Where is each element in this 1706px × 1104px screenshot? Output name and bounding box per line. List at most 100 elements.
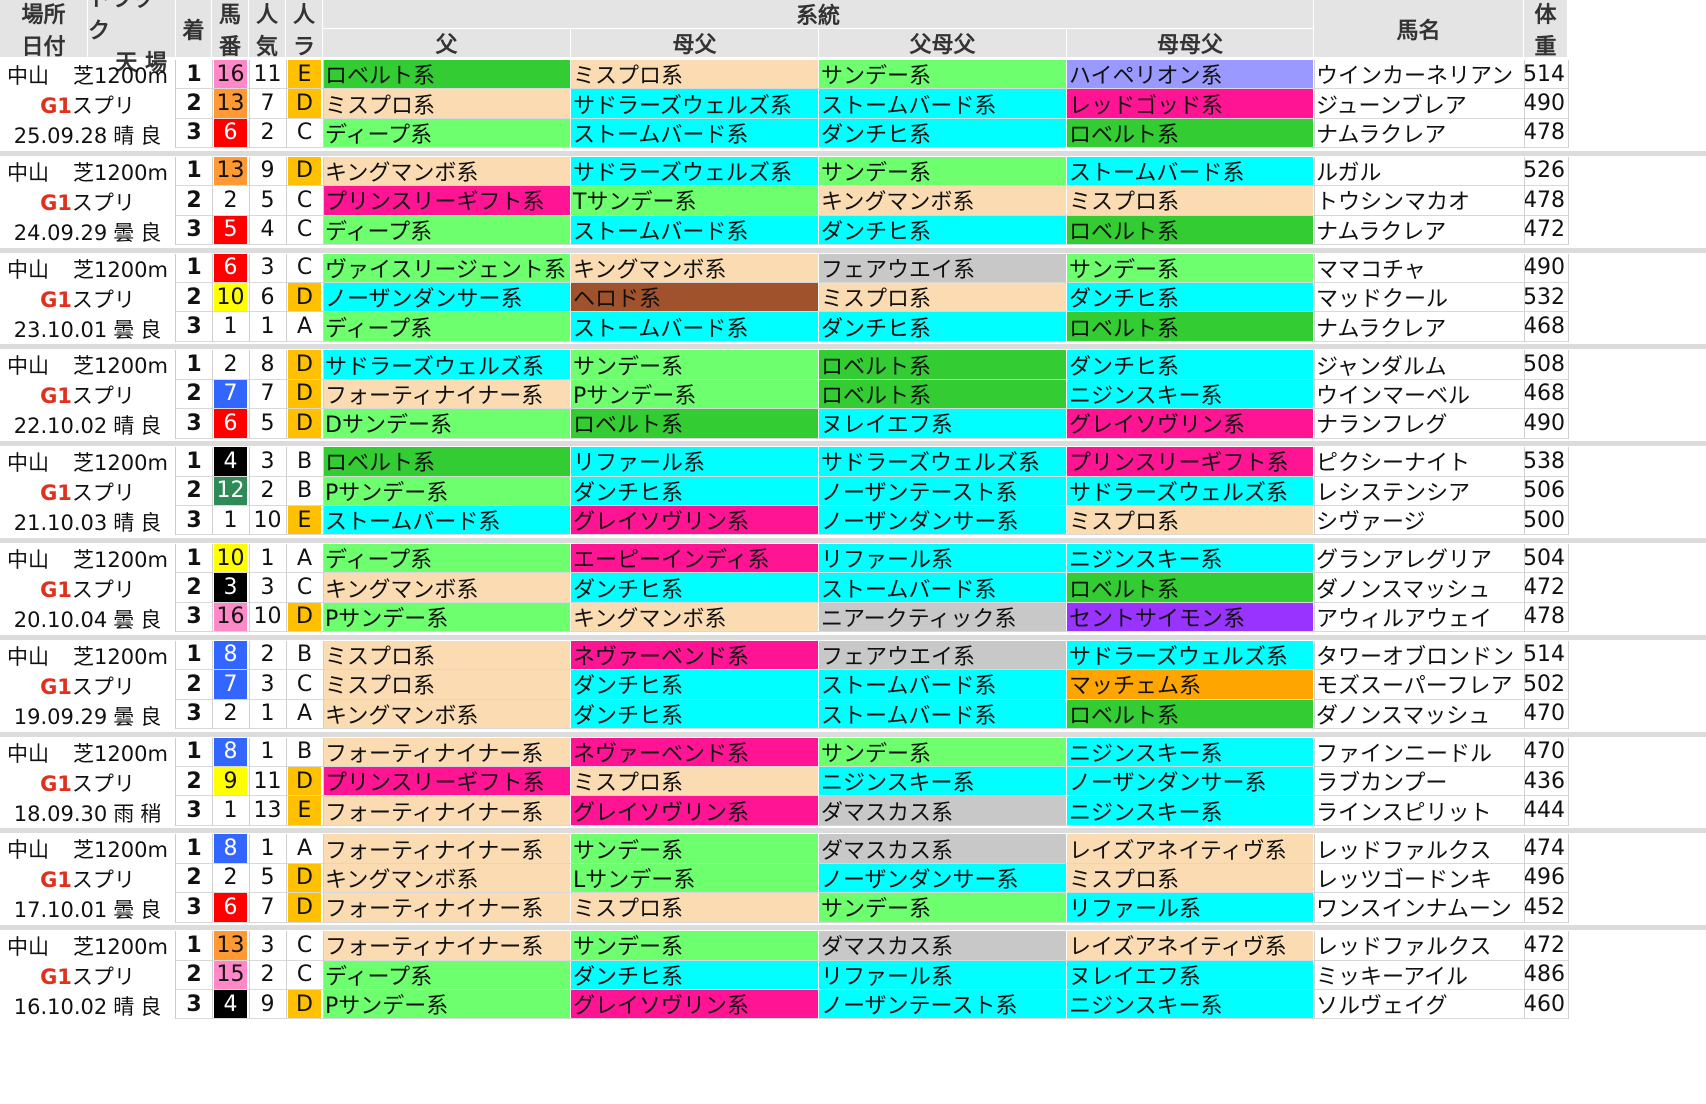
sire-dam-sire-lineage: ストームバード系 <box>819 573 1066 602</box>
race-venue-line: 中山 芝1200m <box>7 641 168 671</box>
sire-dam-sire-lineage: ロベルト系 <box>819 379 1066 409</box>
header-sire-dam-sire: 父母父 <box>819 29 1067 58</box>
body-weight: 436 <box>1524 768 1565 794</box>
column-divider <box>323 253 324 342</box>
horse-number-badge: 2 <box>214 350 247 379</box>
horse-number-badge: 15 <box>214 960 247 989</box>
column-divider <box>323 350 324 439</box>
popularity: 1 <box>260 314 275 340</box>
column-divider <box>1524 447 1525 536</box>
horse-name: レッドファルクス <box>1316 935 1492 960</box>
sire-lineage: Dサンデー系 <box>323 409 570 438</box>
column-divider <box>212 834 213 923</box>
row-divider <box>176 147 1568 149</box>
row-divider <box>176 244 1568 245</box>
horse-number-badge: 9 <box>214 767 247 796</box>
race-weather: 晴 <box>113 414 135 439</box>
race-venue-line: 中山 芝1200m <box>7 738 168 768</box>
horse-name: レッツゴードンキ <box>1316 868 1493 893</box>
sire-dam-sire-lineage: ノーザンダンサー系 <box>819 863 1066 893</box>
header-date-label: 日付 <box>21 34 66 60</box>
finish-position: 1 <box>186 932 202 958</box>
finish-position: 2 <box>186 478 202 504</box>
body-weight: 472 <box>1524 932 1565 958</box>
column-divider <box>249 447 250 536</box>
block-separator <box>0 828 1706 834</box>
rank-badge: C <box>296 932 313 958</box>
sire-dam-sire-lineage: サドラーズウェルズ系 <box>819 447 1066 476</box>
sire-lineage: ミスプロ系 <box>323 640 570 670</box>
race-date: 23.10.01 <box>13 317 108 342</box>
rank-badge: D <box>288 602 321 632</box>
sire-lineage: ノーザンダンサー系 <box>323 283 570 312</box>
finish-position: 2 <box>186 865 202 891</box>
dam-sire-lineage: ダンチヒ系 <box>571 960 818 989</box>
column-divider <box>1314 156 1315 245</box>
dam-dam-sire-lineage: ニジンスキー系 <box>1067 990 1313 1019</box>
popularity: 9 <box>260 991 275 1017</box>
race-name-line: G1スプリ <box>40 284 135 314</box>
column-divider <box>323 544 324 633</box>
horse-number-badge: 3 <box>214 573 247 602</box>
race-track: 芝1200m <box>73 644 168 669</box>
body-weight: 490 <box>1524 255 1565 281</box>
sire-lineage: ディープ系 <box>323 118 570 148</box>
horse-number-badge: 6 <box>214 893 247 922</box>
sire-dam-sire-lineage: ダンチヒ系 <box>819 312 1066 341</box>
body-weight: 500 <box>1524 507 1565 533</box>
race-info: 中山 芝1200m G1スプリ 18.09.30 雨稍 <box>0 737 176 826</box>
row-divider <box>176 824 1568 826</box>
race-name-line: G1スプリ <box>40 574 135 604</box>
header-horse-number-2: 番 <box>218 34 241 60</box>
race-date: 22.10.02 <box>13 414 108 439</box>
horse-name: シヴァージ <box>1316 510 1426 535</box>
dam-sire-lineage: グレイソヴリン系 <box>571 506 818 535</box>
column-divider <box>1524 350 1525 439</box>
sire-dam-sire-lineage: ヌレイエフ系 <box>819 409 1066 438</box>
body-weight: 496 <box>1524 865 1565 891</box>
race-date: 21.10.03 <box>13 511 108 536</box>
horse-name: ルガル <box>1316 161 1382 186</box>
popularity: 3 <box>260 671 275 697</box>
race-name: スプリ <box>71 481 135 506</box>
header-popularity: 人 気 <box>249 0 286 60</box>
body-weight: 532 <box>1524 284 1565 310</box>
horse-number-badge: 10 <box>214 283 247 312</box>
popularity: 7 <box>260 381 275 407</box>
horse-number-badge: 1 <box>214 796 247 825</box>
popularity: 2 <box>260 642 275 668</box>
dam-dam-sire-lineage: グレイソヴリン系 <box>1067 409 1313 438</box>
horse-name: モズスーパーフレア <box>1316 674 1513 699</box>
finish-position: 2 <box>186 671 202 697</box>
body-weight: 472 <box>1524 217 1565 243</box>
sire-lineage: フォーティナイナー系 <box>323 379 570 409</box>
popularity: 5 <box>260 865 275 891</box>
header-horse-number-1: 馬 <box>218 2 241 28</box>
race-track: 芝1200m <box>73 838 168 863</box>
finish-position: 3 <box>186 507 202 533</box>
column-divider <box>323 156 324 245</box>
race-date-line: 20.10.04 曇良 <box>14 604 162 634</box>
finish-position: 1 <box>186 352 202 378</box>
popularity: 4 <box>260 217 275 243</box>
body-weight: 504 <box>1524 545 1565 571</box>
column-divider <box>212 544 213 633</box>
column-divider <box>1314 834 1315 923</box>
dam-sire-lineage: サドラーズウェルズ系 <box>571 156 818 186</box>
rank-badge: A <box>296 836 313 862</box>
race-weather: 曇 <box>113 608 135 632</box>
column-divider <box>323 60 324 149</box>
finish-position: 2 <box>186 284 202 310</box>
rank-badge: B <box>296 642 313 668</box>
rank-badge: D <box>288 767 321 796</box>
rank-badge: C <box>296 255 313 281</box>
race-grade: G1 <box>40 674 72 699</box>
column-divider <box>286 447 287 536</box>
sire-lineage: プリンスリーギフト系 <box>323 767 570 796</box>
rank-badge: B <box>296 448 313 474</box>
horse-number-badge: 7 <box>214 670 247 699</box>
horse-name: ナムラクレア <box>1316 123 1447 148</box>
dam-sire-lineage: Lサンデー系 <box>571 863 818 893</box>
race-grade: G1 <box>40 868 72 893</box>
horse-number-badge: 13 <box>214 931 247 960</box>
